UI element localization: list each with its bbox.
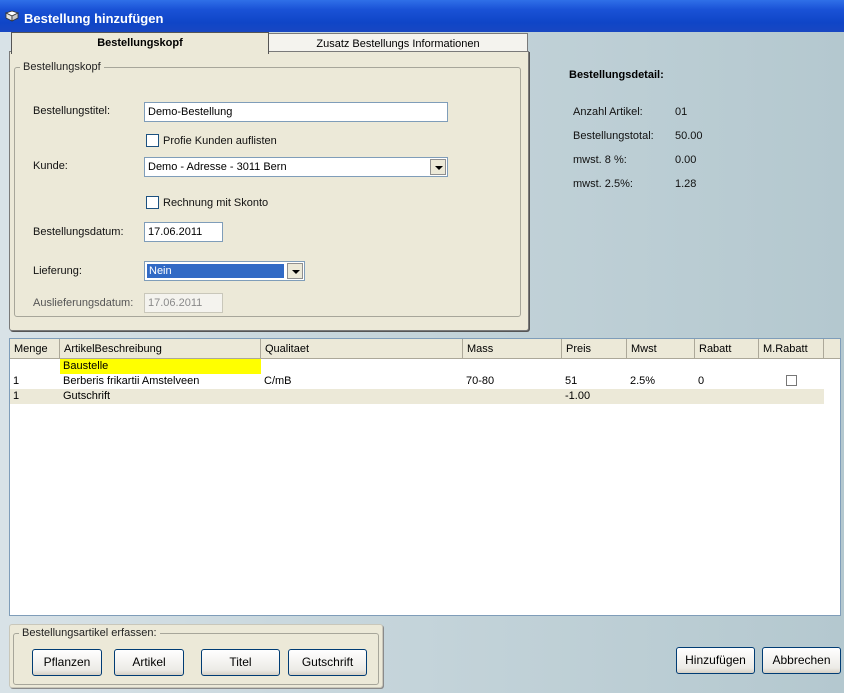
articles-grid[interactable]: Menge ArtikelBeschreibung Qualitaet Mass… [9, 338, 841, 616]
delivery-date-label: Auslieferungsdatum: [33, 297, 134, 309]
column-header-m-rabatt[interactable]: M.Rabatt [759, 339, 824, 359]
delivery-select-value: Nein [146, 263, 285, 279]
cell-menge[interactable]: 1 [10, 389, 60, 404]
cell-mwst[interactable]: 2.5% [627, 374, 695, 389]
chevron-down-icon[interactable] [287, 263, 303, 279]
cell-beschreibung[interactable]: Berberis frikartii Amstelveen [60, 374, 261, 389]
window-title: Bestellung hinzufügen [24, 11, 164, 26]
detail-label-mwst25: mwst. 2.5%: [573, 178, 633, 190]
grid-header: Menge ArtikelBeschreibung Qualitaet Mass… [10, 339, 840, 359]
column-header-beschreibung[interactable]: ArtikelBeschreibung [60, 339, 261, 359]
artikel-button[interactable]: Artikel [114, 649, 184, 676]
table-row[interactable]: 1 Gutschrift -1.00 [10, 389, 824, 404]
tab-bestellungskopf[interactable]: Bestellungskopf [11, 32, 269, 54]
date-label: Bestellungsdatum: [33, 226, 124, 238]
cell-qualitaet[interactable] [261, 359, 463, 374]
chevron-down-icon[interactable] [430, 159, 446, 175]
table-row[interactable]: Baustelle [10, 359, 824, 374]
cell-menge[interactable] [10, 359, 60, 374]
detail-heading: Bestellungsdetail: [569, 69, 664, 81]
cell-menge[interactable]: 1 [10, 374, 60, 389]
cell-beschreibung[interactable]: Baustelle [60, 359, 261, 374]
cell-rabatt[interactable] [695, 389, 759, 404]
add-button[interactable]: Hinzufügen [676, 647, 755, 674]
article-capture-legend: Bestellungsartikel erfassen: [19, 627, 160, 639]
column-header-qualitaet[interactable]: Qualitaet [261, 339, 463, 359]
delivery-date-input[interactable]: 17.06.2011 [144, 293, 223, 313]
title-input[interactable]: Demo-Bestellung [144, 102, 448, 122]
cell-mass[interactable] [463, 389, 562, 404]
detail-value-mwst25: 1.28 [675, 178, 697, 190]
cancel-button[interactable]: Abbrechen [762, 647, 841, 674]
tab-panel: Bestellungskopf Bestellungstitel: Demo-B… [9, 51, 529, 331]
cell-mwst[interactable] [627, 359, 695, 374]
app-icon [5, 10, 19, 22]
delivery-label: Lieferung: [33, 265, 82, 277]
date-input[interactable]: 17.06.2011 [144, 222, 223, 242]
gutschrift-button[interactable]: Gutschrift [288, 649, 367, 676]
column-header-preis[interactable]: Preis [562, 339, 627, 359]
customer-select[interactable]: Demo - Adresse - 3011 Bern [144, 157, 448, 177]
window-titlebar[interactable]: Bestellung hinzufügen [0, 0, 844, 32]
column-header-mwst[interactable]: Mwst [627, 339, 695, 359]
titel-button[interactable]: Titel [201, 649, 280, 676]
column-header-rabatt[interactable]: Rabatt [695, 339, 759, 359]
detail-value-total: 50.00 [675, 130, 703, 142]
cell-mwst[interactable] [627, 389, 695, 404]
cell-preis[interactable]: 51 [562, 374, 627, 389]
cell-rabatt[interactable]: 0 [695, 374, 759, 389]
column-header-menge[interactable]: Menge [10, 339, 60, 359]
group-legend: Bestellungskopf [20, 61, 104, 73]
skonto-checkbox-label: Rechnung mit Skonto [163, 197, 269, 209]
pflanzen-button[interactable]: Pflanzen [32, 649, 102, 676]
article-capture-group: Bestellungsartikel erfassen: Pflanzen Ar… [9, 624, 383, 688]
detail-label-mwst8: mwst. 8 %: [573, 154, 627, 166]
m-rabatt-checkbox[interactable] [786, 375, 797, 386]
profi-checkbox[interactable] [146, 134, 159, 147]
cell-beschreibung[interactable]: Gutschrift [60, 389, 261, 404]
cell-qualitaet[interactable] [261, 389, 463, 404]
detail-value-count: 01 [675, 106, 688, 118]
cell-rabatt[interactable] [695, 359, 759, 374]
detail-label-total: Bestellungstotal: [573, 130, 654, 142]
cell-mass[interactable] [463, 359, 562, 374]
skonto-checkbox[interactable] [146, 196, 159, 209]
title-label: Bestellungstitel: [33, 105, 111, 117]
table-row[interactable]: 1 Berberis frikartii Amstelveen C/mB 70-… [10, 374, 824, 389]
customer-label: Kunde: [33, 160, 68, 172]
cell-preis[interactable]: -1.00 [562, 389, 627, 404]
delivery-select[interactable]: Nein [144, 261, 305, 281]
detail-label-count: Anzahl Artikel: [573, 106, 643, 118]
column-header-mass[interactable]: Mass [463, 339, 562, 359]
cell-preis[interactable] [562, 359, 627, 374]
cell-mass[interactable]: 70-80 [463, 374, 562, 389]
customer-select-value: Demo - Adresse - 3011 Bern [148, 161, 287, 173]
cell-qualitaet[interactable]: C/mB [261, 374, 463, 389]
profi-checkbox-label: Profie Kunden auflisten [163, 135, 277, 147]
detail-value-mwst8: 0.00 [675, 154, 697, 166]
